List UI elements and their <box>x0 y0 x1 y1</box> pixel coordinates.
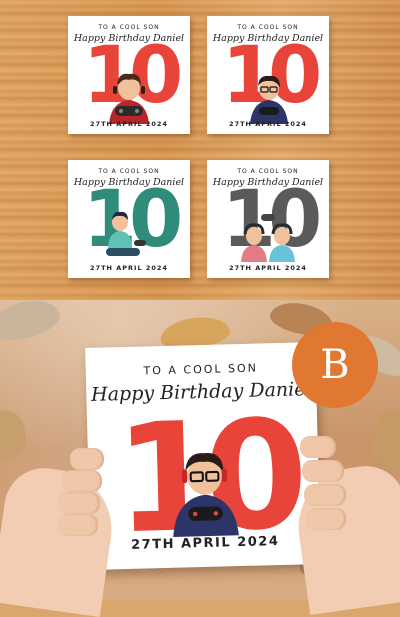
badge-label: B <box>320 342 350 388</box>
leaf-decoration <box>0 410 26 460</box>
card-option-2[interactable]: TO A COOL SON Happy Birthday Daniel 10 2… <box>207 16 329 134</box>
two-boys-headsets-icon <box>241 214 295 262</box>
card-title: TO A COOL SON <box>98 24 160 31</box>
leaf-decoration <box>0 300 64 347</box>
gamer-boy-glasses-icon <box>250 75 288 124</box>
card-date: 27TH APRIL 2024 <box>90 120 168 128</box>
card-date: 27TH APRIL 2024 <box>229 264 307 272</box>
card-date: 27TH APRIL 2024 <box>229 120 307 128</box>
gamer-boy-controller-icon <box>109 73 149 124</box>
card-title: TO A COOL SON <box>143 361 259 378</box>
leaf-decoration <box>372 410 400 470</box>
card-date: 27TH APRIL 2024 <box>90 264 168 272</box>
card-option-4[interactable]: TO A COOL SON Happy Birthday Daniel 10 2… <box>207 160 329 278</box>
card-title: TO A COOL SON <box>237 24 299 31</box>
boy-sitting-gaming-icon <box>106 211 146 256</box>
card-option-1[interactable]: TO A COOL SON Happy Birthday Daniel 10 2… <box>68 16 190 134</box>
featured-card: TO A COOL SON Happy Birthday Daniel 10 2… <box>85 342 321 570</box>
card-title: TO A COOL SON <box>98 168 160 175</box>
card-option-3[interactable]: TO A COOL SON Happy Birthday Daniel 10 2… <box>68 160 190 278</box>
option-badge: B <box>292 322 378 408</box>
gamer-boy-glasses-icon <box>173 453 239 537</box>
product-preview-grid: TO A COOL SON Happy Birthday Daniel 10 2… <box>0 0 400 300</box>
card-title: TO A COOL SON <box>237 168 299 175</box>
